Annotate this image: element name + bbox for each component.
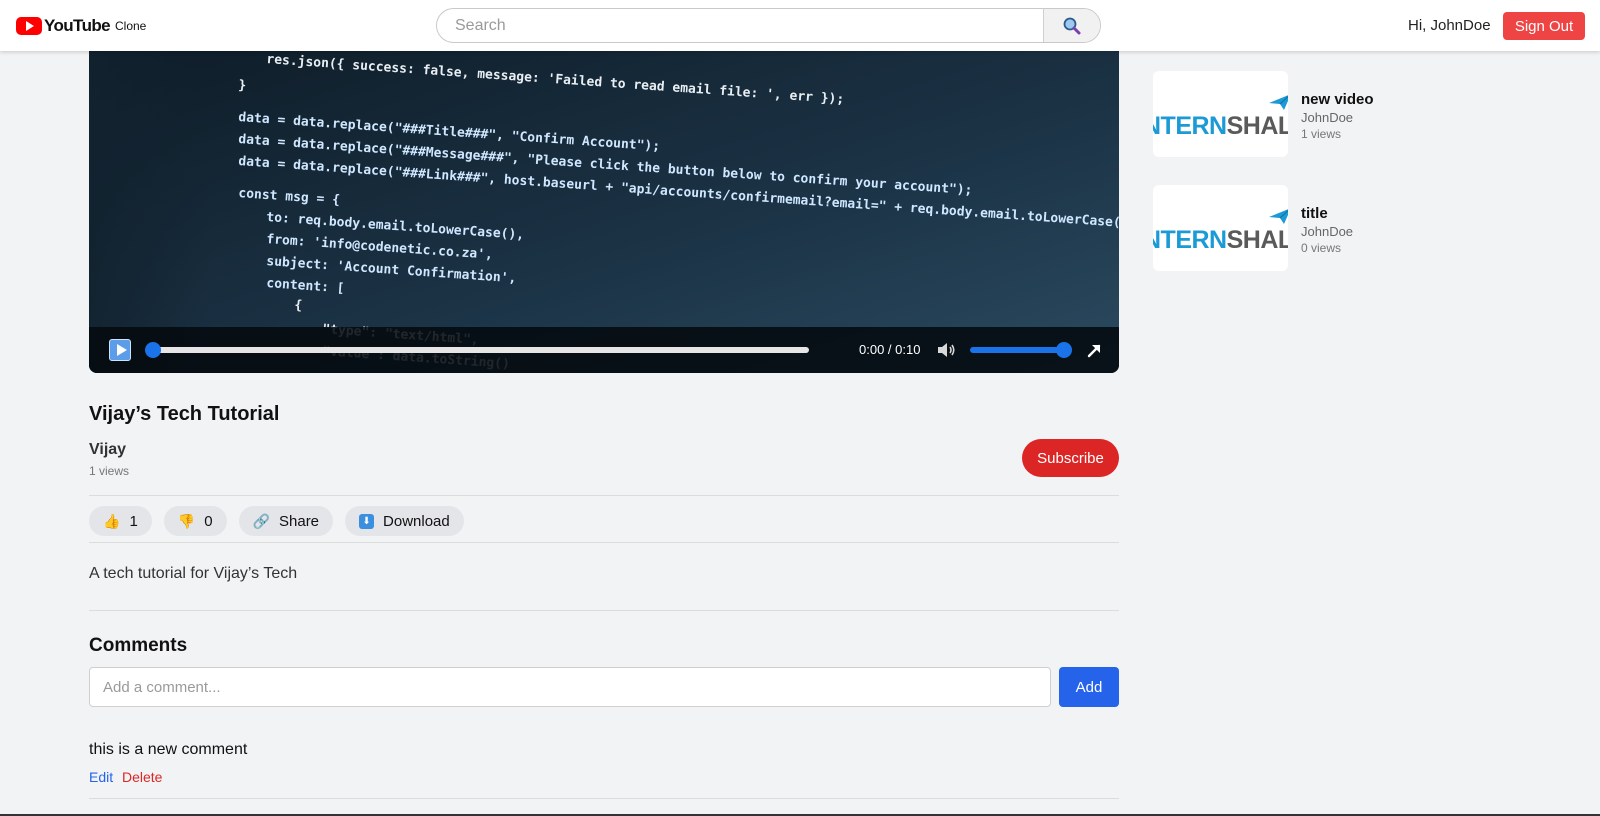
top-header: YouTube Clone Hi, JohnDoe Sign Out (0, 0, 1600, 51)
time-display: 0:00 / 0:10 (859, 342, 921, 357)
paper-plane-icon (1269, 209, 1288, 224)
internshala-logo: NTERNSHAL (1153, 226, 1288, 254)
seek-bar[interactable] (145, 342, 809, 358)
video-frame-code-screenshot: res.json({ success: false, message: 'Fai… (89, 51, 1119, 373)
logo-subtitle: Clone (115, 19, 147, 33)
player-controls: 0:00 / 0:10 (89, 327, 1119, 373)
comment-delete-link[interactable]: Delete (122, 769, 162, 785)
volume-thumb[interactable] (1056, 342, 1072, 358)
comments-heading: Comments (89, 635, 188, 656)
divider (89, 610, 1119, 611)
related-video-title[interactable]: new video (1301, 91, 1374, 108)
volume-icon[interactable] (936, 340, 958, 360)
search-button[interactable] (1043, 9, 1100, 42)
volume-slider[interactable] (970, 342, 1072, 358)
play-icon[interactable] (109, 339, 131, 361)
thumbs-up-icon: 👍 (103, 512, 121, 529)
like-count: 1 (129, 512, 138, 530)
search-bar (436, 8, 1101, 43)
dislike-button[interactable]: 👎 0 (163, 506, 227, 536)
download-icon: ⬇ (359, 513, 375, 529)
share-button[interactable]: 🔗 Share (238, 506, 334, 536)
comment-edit-link[interactable]: Edit (89, 769, 113, 785)
related-thumbnail[interactable]: NTERNSHAL (1153, 71, 1288, 157)
like-button[interactable]: 👍 1 (89, 506, 152, 536)
related-video-views: 0 views (1301, 241, 1342, 255)
fullscreen-icon[interactable] (1085, 341, 1103, 359)
youtube-logo[interactable]: YouTube Clone (16, 15, 146, 37)
comment-text: this is a new comment (89, 741, 248, 758)
download-button[interactable]: ⬇ Download (345, 506, 464, 536)
related-video-item[interactable]: NTERNSHAL new video JohnDoe 1 views (1153, 71, 1553, 157)
download-label: Download (383, 512, 450, 530)
video-description: A tech tutorial for Vijay’s Tech (89, 565, 298, 582)
link-icon: 🔗 (252, 512, 270, 529)
dislike-count: 0 (204, 512, 213, 530)
paper-plane-icon (1269, 95, 1288, 110)
logo-text: YouTube (44, 16, 111, 35)
related-video-channel: JohnDoe (1301, 110, 1354, 125)
search-input[interactable] (437, 9, 1044, 42)
seek-thumb[interactable] (145, 342, 161, 358)
sign-out-button[interactable]: Sign Out (1503, 12, 1585, 40)
related-video-title[interactable]: title (1301, 205, 1328, 222)
related-video-views: 1 views (1301, 127, 1342, 141)
related-thumbnail[interactable]: NTERNSHAL (1153, 185, 1288, 271)
view-count: 1 views (89, 464, 130, 478)
comment-input[interactable] (89, 667, 1051, 707)
add-comment-button[interactable]: Add (1059, 667, 1119, 707)
divider (89, 798, 1119, 799)
related-video-channel: JohnDoe (1301, 224, 1354, 239)
video-player[interactable]: res.json({ success: false, message: 'Fai… (89, 51, 1119, 373)
user-greeting: Hi, JohnDoe (1408, 17, 1491, 34)
divider (89, 542, 1119, 543)
search-icon (1063, 17, 1081, 34)
thumbs-down-icon: 👎 (177, 512, 196, 529)
channel-name[interactable]: Vijay (89, 441, 126, 459)
video-title: Vijay’s Tech Tutorial (89, 403, 280, 425)
youtube-play-icon (16, 17, 42, 35)
subscribe-button[interactable]: Subscribe (1022, 439, 1119, 477)
internshala-logo: NTERNSHAL (1153, 112, 1288, 140)
related-video-item[interactable]: NTERNSHAL title JohnDoe 0 views (1153, 185, 1553, 271)
divider (89, 495, 1119, 496)
action-bar: 👍 1 👎 0 🔗 Share ⬇ Download (89, 506, 464, 536)
share-label: Share (279, 512, 320, 530)
